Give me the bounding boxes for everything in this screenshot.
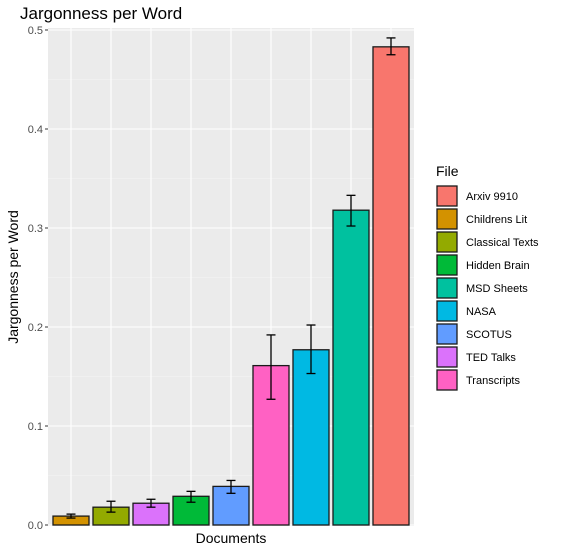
- legend-key: [436, 369, 458, 391]
- legend-label: Arxiv 9910: [466, 191, 518, 203]
- legend-key: [436, 346, 458, 368]
- legend-label: NASA: [466, 306, 497, 318]
- y-axis: 0.0 0.1 0.2 0.3 0.4 0.5: [28, 25, 48, 532]
- bar-msd-sheets: [332, 209, 370, 526]
- y-axis-title: Jargonness per Word: [5, 210, 21, 344]
- legend-label: Transcripts: [466, 375, 520, 387]
- legend-key: [436, 300, 458, 322]
- legend: File Arxiv 9910 Childrens Lit Classical Te…: [436, 163, 539, 391]
- legend-label: Childrens Lit: [466, 214, 527, 226]
- chart-title: Jargonness per Word: [20, 4, 182, 23]
- bar-nasa: [292, 349, 330, 526]
- x-axis-title: Documents: [196, 530, 267, 546]
- legend-title: File: [436, 163, 459, 179]
- legend-label: MSD Sheets: [466, 283, 528, 295]
- legend-label: TED Talks: [466, 352, 516, 364]
- y-tick-label: 0.3: [28, 223, 43, 235]
- legend-label: SCOTUS: [466, 329, 512, 341]
- y-tick-label: 0.2: [28, 322, 43, 334]
- bar-arxiv-9910: [372, 46, 410, 526]
- y-tick-label: 0.4: [28, 124, 43, 136]
- legend-key: [436, 323, 458, 345]
- y-tick-label: 0.1: [28, 421, 43, 433]
- y-tick-label: 0.0: [28, 520, 43, 532]
- legend-key: [436, 231, 458, 253]
- bar-chart: Jargonness per Word 0.0 0.1 0.2 0.3 0.4 0.5 D…: [5, 4, 539, 546]
- legend-key: [436, 208, 458, 230]
- legend-key: [436, 254, 458, 276]
- y-tick-label: 0.5: [28, 25, 43, 37]
- legend-key: [436, 185, 458, 207]
- legend-label: Hidden Brain: [466, 260, 530, 272]
- legend-label: Classical Texts: [466, 237, 539, 249]
- legend-key: [436, 277, 458, 299]
